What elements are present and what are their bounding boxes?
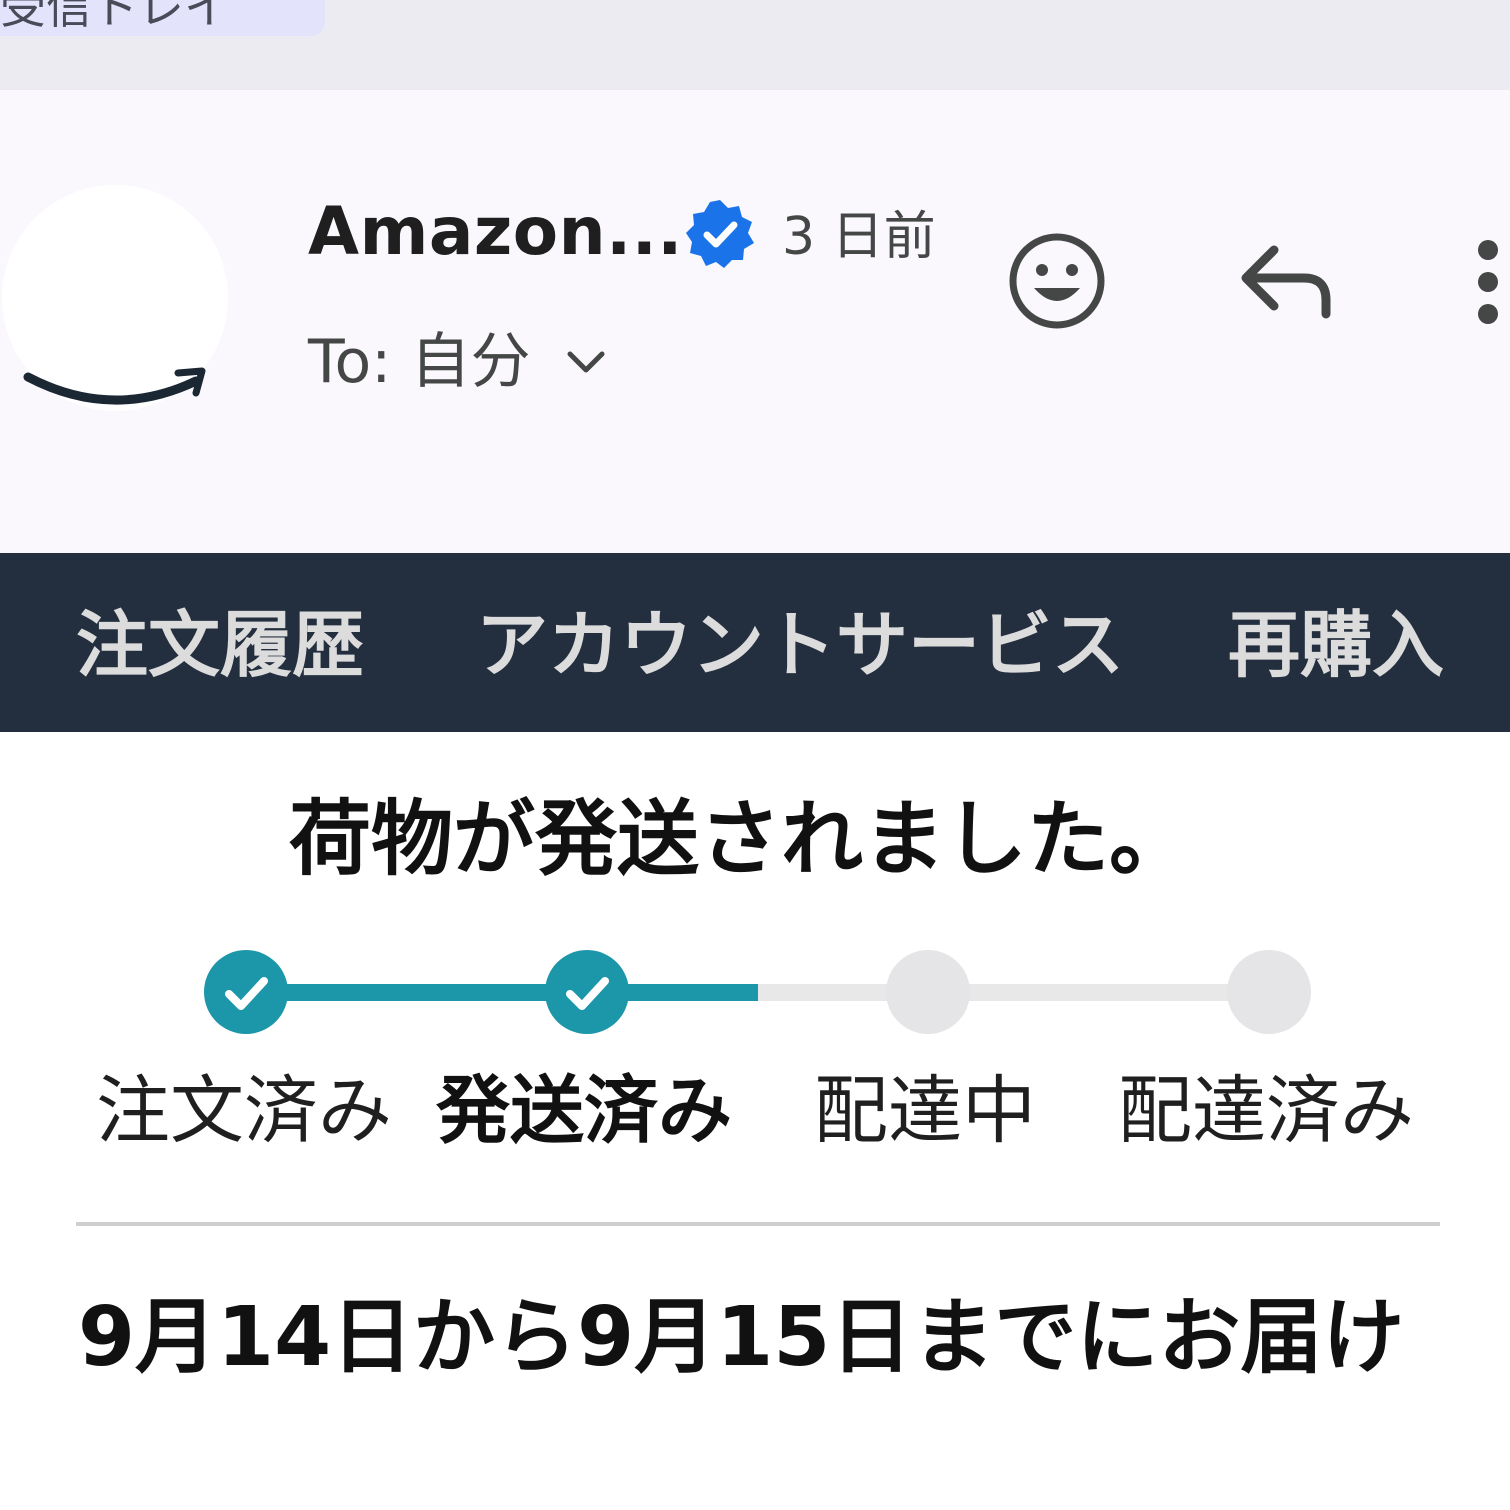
top-strip: 受信トレイ bbox=[0, 0, 1510, 90]
sender-avatar[interactable] bbox=[2, 185, 228, 411]
step-label-shipped: 発送済み bbox=[436, 1068, 732, 1154]
progress-line-complete bbox=[246, 984, 758, 1001]
content-divider bbox=[76, 1222, 1440, 1226]
step-label-in-transit: 配達中 bbox=[814, 1068, 1036, 1154]
reply-icon[interactable] bbox=[1234, 232, 1342, 332]
emoji-icon[interactable] bbox=[1006, 230, 1108, 332]
check-icon bbox=[225, 977, 268, 1010]
step-dot-ordered bbox=[204, 950, 288, 1034]
more-vertical-icon[interactable] bbox=[1466, 236, 1510, 328]
amazon-smile-logo-icon bbox=[23, 367, 206, 405]
recipient-toggle[interactable]: To: 自分 bbox=[308, 324, 612, 400]
check-icon bbox=[566, 977, 609, 1010]
folder-label-text: 受信トレイ bbox=[0, 0, 230, 34]
verified-icon bbox=[686, 200, 754, 268]
step-dot-in-transit bbox=[886, 950, 970, 1034]
sender-name[interactable]: Amazon... bbox=[308, 192, 683, 272]
nav-rebuy-link[interactable]: 再購入 bbox=[1228, 603, 1444, 687]
step-label-ordered: 注文済み bbox=[96, 1068, 392, 1154]
delivery-estimate: 9月14日から9月15日までにお届け bbox=[78, 1290, 1405, 1385]
folder-label-chip[interactable]: 受信トレイ bbox=[0, 0, 325, 36]
step-label-delivered: 配達済み bbox=[1118, 1068, 1414, 1154]
email-header: Amazon... 3 日前 To: 自分 bbox=[0, 90, 1510, 553]
nav-order-history-link[interactable]: 注文履歴 bbox=[76, 603, 364, 687]
received-time: 3 日前 bbox=[782, 207, 936, 267]
progress-line-remaining bbox=[758, 984, 1270, 1001]
amazon-nav-bar: 注文履歴 アカウントサービス 再購入 bbox=[0, 553, 1510, 732]
step-dot-delivered bbox=[1227, 950, 1311, 1034]
shipment-progress-tracker bbox=[0, 940, 1510, 1050]
nav-account-service-link[interactable]: アカウントサービス bbox=[476, 603, 1124, 687]
recipient-text: To: 自分 bbox=[308, 327, 531, 397]
chevron-down-icon bbox=[567, 351, 605, 373]
step-dot-shipped bbox=[545, 950, 629, 1034]
shipment-headline: 荷物が発送されました。 bbox=[288, 792, 1191, 887]
